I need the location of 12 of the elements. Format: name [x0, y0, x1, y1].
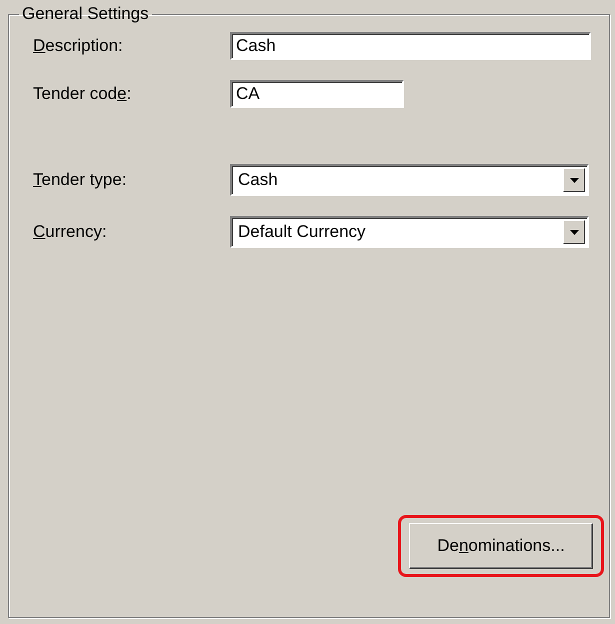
dropdown[interactable]: Cash [230, 164, 589, 196]
field-label: Tender code: [33, 84, 132, 104]
group-title: General Settings [21, 4, 150, 24]
field-label: Tender type: [33, 170, 128, 190]
dropdown-arrow-icon [570, 178, 578, 182]
dropdown[interactable]: Default Currency [230, 216, 589, 248]
field-label: Currency: [33, 222, 108, 242]
denominations-button[interactable]: Denominations... [409, 523, 593, 569]
text-field[interactable]: CA [230, 80, 404, 108]
dropdown-arrow-icon [570, 230, 578, 234]
text-field[interactable]: Cash [230, 32, 591, 60]
field-label: Description: [33, 36, 124, 56]
